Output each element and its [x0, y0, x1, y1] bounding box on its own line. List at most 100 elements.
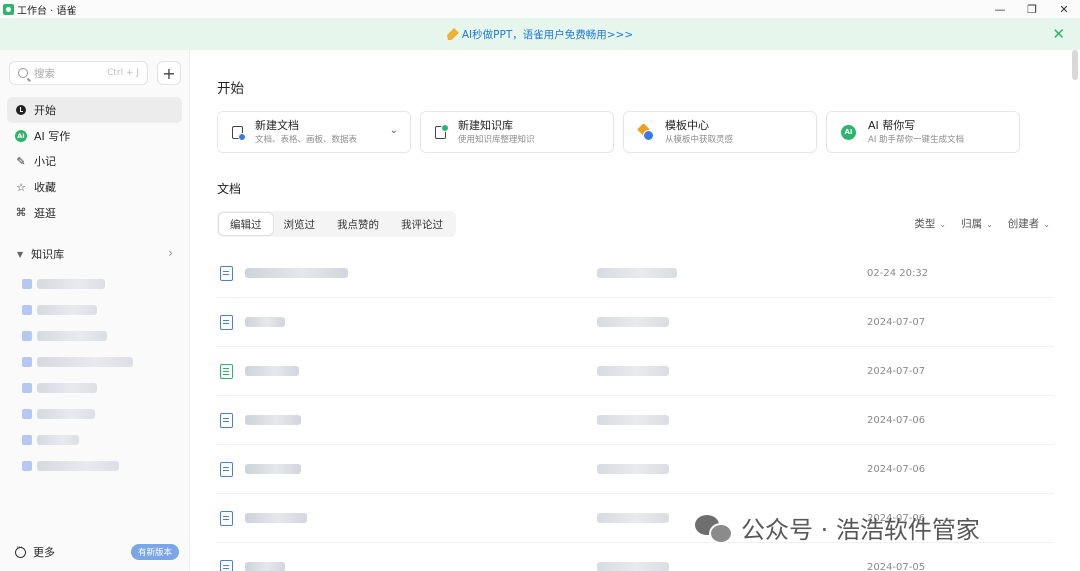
promo-link[interactable]: AI秒做PPT，语雀用户免费畅用>>>	[462, 27, 633, 42]
card-title: AI 帮你写	[868, 118, 916, 132]
search-icon	[18, 68, 28, 78]
filter-label: 类型	[914, 218, 936, 230]
book-icon	[22, 305, 32, 315]
more-button[interactable]: 更多	[15, 543, 55, 560]
doc-time: 2024-07-06	[867, 463, 926, 475]
doc-filters: 类型 ⌄ 归属 ⌄ 创建者 ⌄	[899, 216, 1050, 231]
blurred-doc-owner	[597, 513, 669, 523]
template-center-card[interactable]: 模板中心 从模板中获取灵感	[623, 111, 817, 153]
scrollbar[interactable]	[1072, 50, 1078, 80]
sidebar-item-notes[interactable]: ✎ 小记	[7, 149, 182, 175]
watermark-text: 公众号 · 浩浩软件管家	[741, 516, 980, 544]
chevron-down-icon: ⌄	[1043, 220, 1050, 229]
new-version-badge[interactable]: 有新版本	[131, 544, 179, 560]
new-knowledge-base-card[interactable]: 新建知识库 使用知识库整理知识	[420, 111, 614, 153]
document-icon	[220, 510, 233, 526]
blurred-name	[37, 357, 133, 367]
document-icon	[220, 412, 233, 428]
document-icon	[220, 265, 233, 281]
blurred-name	[37, 331, 107, 341]
ai-write-card[interactable]: AI AI 帮你写 AI 助手帮你一键生成文档	[826, 111, 1020, 153]
more-icon	[15, 543, 26, 558]
blurred-name	[37, 383, 97, 393]
document-icon	[220, 314, 233, 330]
doc-time: 02-24 20:32	[867, 267, 929, 279]
knowledge-base-item[interactable]	[22, 427, 162, 453]
filter-type[interactable]: 类型 ⌄	[914, 216, 946, 231]
quick-actions: 新建文档 文档、表格、画板、数据表 ⌄ 新建知识库 使用知识库整理知识 模板中心…	[217, 111, 1029, 153]
card-title: 新建知识库	[458, 118, 513, 132]
book-icon	[22, 383, 32, 393]
knowledge-base-item[interactable]	[22, 297, 162, 323]
blurred-doc-title	[245, 513, 307, 523]
pen-icon: ✎	[16, 154, 26, 168]
knowledge-base-item[interactable]	[22, 349, 162, 375]
knowledge-base-item[interactable]	[22, 323, 162, 349]
explore-icon: ⌘	[15, 206, 27, 220]
more-label: 更多	[33, 546, 55, 559]
search-input[interactable]: 搜索 Ctrl + J	[9, 61, 148, 85]
sidebar-item-ai-writing[interactable]: AI AI 写作	[7, 123, 182, 149]
blurred-name	[37, 305, 97, 315]
knowledge-base-header[interactable]: ▼ 知识库 ›	[7, 242, 182, 266]
tab-viewed[interactable]: 浏览过	[273, 213, 327, 235]
minimize-button[interactable]: —	[984, 0, 1016, 18]
doc-tabs: 编辑过 浏览过 我点赞的 我评论过	[217, 211, 456, 237]
doc-time: 2024-07-07	[867, 316, 926, 328]
sidebar-item-label: 开始	[34, 103, 56, 117]
document-row[interactable]: 2024-07-05	[217, 543, 1054, 571]
banner-close-icon[interactable]: ✕	[1052, 25, 1065, 43]
blurred-name	[37, 409, 95, 419]
card-subtitle: 文档、表格、画板、数据表	[255, 134, 358, 145]
card-title: 新建文档	[255, 118, 299, 132]
document-row[interactable]: 2024-07-06	[217, 396, 1054, 445]
wechat-icon	[695, 513, 733, 544]
promo-banner: AI秒做PPT，语雀用户免费畅用>>> ✕	[0, 18, 1080, 50]
sidebar-nav: 开始 AI AI 写作 ✎ 小记 ☆ 收藏 ⌘ 逛逛	[7, 97, 182, 226]
blurred-doc-owner	[597, 317, 669, 327]
blurred-doc-title	[245, 415, 301, 425]
window-title: 工作台 · 语雀	[17, 5, 77, 17]
knowledge-base-list	[22, 271, 162, 479]
knowledge-base-item[interactable]	[22, 401, 162, 427]
add-button[interactable]: +	[157, 61, 181, 85]
chevron-right-icon[interactable]: ›	[168, 246, 173, 260]
knowledge-base-item[interactable]	[22, 453, 162, 479]
sidebar-item-explore[interactable]: ⌘ 逛逛	[7, 200, 182, 226]
tab-commented[interactable]: 我评论过	[390, 213, 454, 235]
window-controls: — ❐ ✕	[984, 0, 1080, 18]
restore-button[interactable]: ❐	[1016, 0, 1048, 18]
blurred-doc-owner	[597, 415, 669, 425]
close-window-button[interactable]: ✕	[1048, 0, 1080, 18]
filter-owner[interactable]: 归属 ⌄	[961, 216, 993, 231]
document-row[interactable]: 2024-07-06	[217, 445, 1054, 494]
blurred-name	[37, 279, 105, 289]
chevron-down-icon: ⌄	[986, 220, 993, 229]
window-titlebar: 工作台 · 语雀 — ❐ ✕	[0, 0, 1080, 18]
document-row[interactable]: 2024-07-07	[217, 298, 1054, 347]
knowledge-base-item[interactable]	[22, 375, 162, 401]
blurred-name	[37, 435, 79, 445]
ai-icon: AI	[841, 124, 856, 140]
knowledge-base-item[interactable]	[22, 271, 162, 297]
blurred-doc-title	[245, 317, 285, 327]
filter-creator[interactable]: 创建者 ⌄	[1008, 216, 1050, 231]
knowledge-base-label: 知识库	[31, 248, 65, 261]
caret-down-icon: ▼	[17, 249, 24, 259]
sidebar-item-start[interactable]: 开始	[7, 97, 182, 123]
book-icon	[22, 461, 32, 471]
start-section-title: 开始	[217, 81, 244, 97]
yuque-logo-icon	[3, 3, 14, 15]
blurred-doc-title	[245, 366, 299, 376]
blurred-name	[37, 461, 119, 471]
tab-liked[interactable]: 我点赞的	[326, 213, 390, 235]
document-icon	[220, 559, 233, 571]
new-doc-card[interactable]: 新建文档 文档、表格、画板、数据表 ⌄	[217, 111, 411, 153]
filter-label: 归属	[961, 218, 983, 230]
chevron-down-icon[interactable]: ⌄	[390, 125, 398, 136]
tab-edited[interactable]: 编辑过	[219, 213, 273, 235]
blurred-doc-title	[245, 464, 301, 474]
document-row[interactable]: 02-24 20:32	[217, 249, 1054, 298]
sidebar-item-favorites[interactable]: ☆ 收藏	[7, 174, 182, 200]
document-row[interactable]: 2024-07-07	[217, 347, 1054, 396]
